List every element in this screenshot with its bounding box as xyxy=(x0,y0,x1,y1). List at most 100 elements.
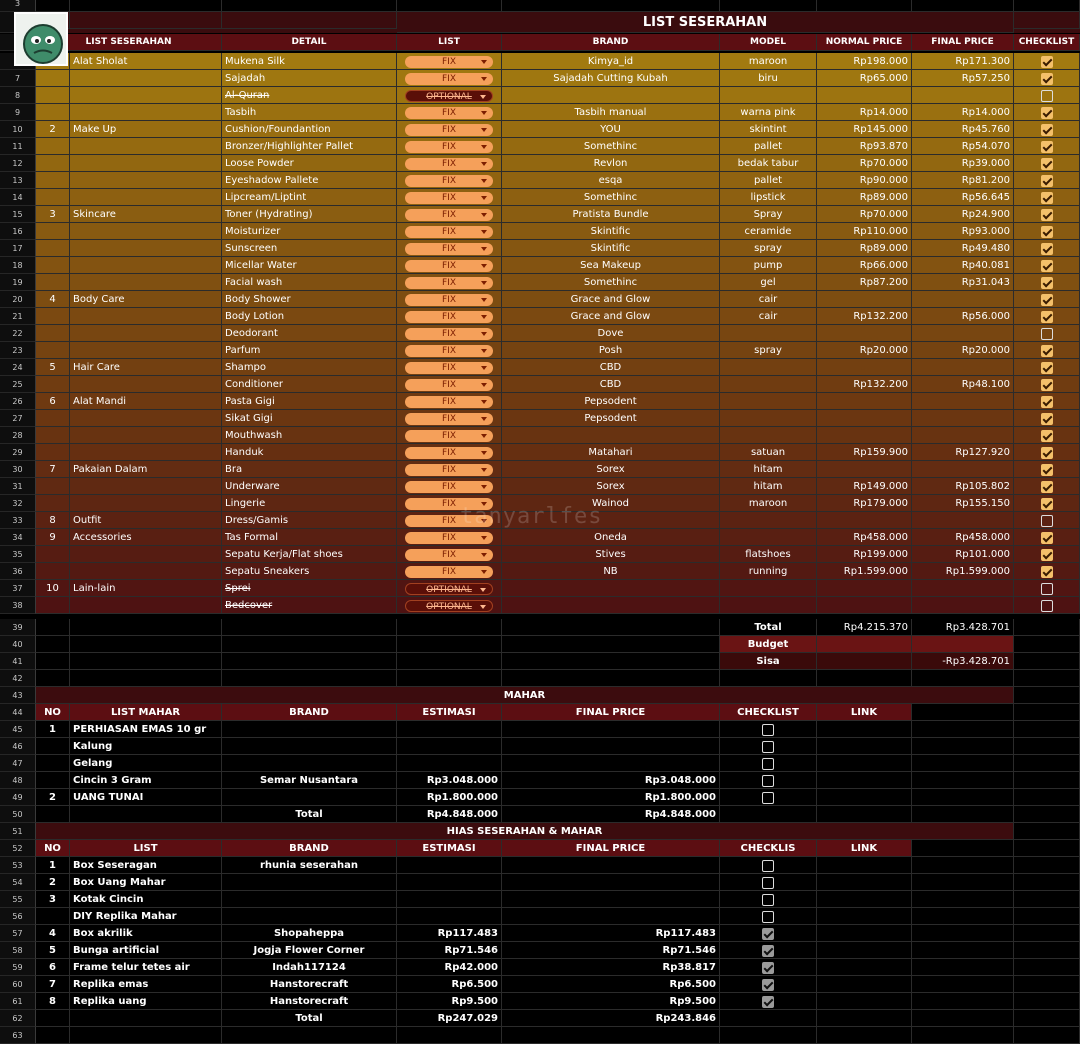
category-cell[interactable] xyxy=(70,478,222,495)
hias-brand[interactable] xyxy=(222,874,397,891)
model-cell[interactable]: hitam xyxy=(720,478,817,495)
list-status-cell[interactable]: FIX xyxy=(397,206,502,223)
list-status-cell[interactable]: FIX xyxy=(397,461,502,478)
empty-cell[interactable] xyxy=(817,772,912,789)
row-no[interactable] xyxy=(36,257,70,274)
empty-cell[interactable] xyxy=(1014,925,1080,942)
normal-price-cell[interactable] xyxy=(817,597,912,614)
mahar-item[interactable]: Kalung xyxy=(70,738,222,755)
hias-final-price[interactable]: Rp117.483 xyxy=(502,925,720,942)
empty-cell[interactable] xyxy=(817,806,912,823)
list-status-dropdown[interactable]: FIX xyxy=(405,73,493,85)
checklist-cell[interactable] xyxy=(1014,393,1080,410)
final-price-cell[interactable]: Rp49.480 xyxy=(912,240,1014,257)
checkbox[interactable] xyxy=(1040,158,1053,170)
empty-cell[interactable] xyxy=(222,1027,397,1044)
empty-cell[interactable] xyxy=(912,1027,1014,1044)
empty-cell[interactable] xyxy=(720,0,817,12)
empty-cell[interactable] xyxy=(1014,636,1080,653)
row-no[interactable] xyxy=(36,444,70,461)
empty-cell[interactable] xyxy=(1014,993,1080,1010)
empty-cell[interactable] xyxy=(912,874,1014,891)
normal-price-cell[interactable] xyxy=(817,393,912,410)
hias-estimasi[interactable] xyxy=(397,908,502,925)
final-price-cell[interactable]: Rp81.200 xyxy=(912,172,1014,189)
category-cell[interactable]: Alat Mandi xyxy=(70,393,222,410)
checklist-cell[interactable] xyxy=(720,857,817,874)
empty-cell[interactable] xyxy=(222,0,397,12)
normal-price-cell[interactable] xyxy=(817,359,912,376)
normal-price-cell[interactable] xyxy=(817,291,912,308)
list-status-cell[interactable]: FIX xyxy=(397,359,502,376)
checkbox[interactable] xyxy=(1040,532,1053,544)
hias-final-price[interactable] xyxy=(502,891,720,908)
empty-cell[interactable] xyxy=(70,12,222,29)
empty-cell[interactable] xyxy=(1014,653,1080,670)
checklist-cell[interactable] xyxy=(1014,53,1080,70)
empty-cell[interactable] xyxy=(912,993,1014,1010)
hias-estimasi[interactable]: Rp6.500 xyxy=(397,976,502,993)
checkbox[interactable] xyxy=(1040,311,1053,323)
list-status-dropdown[interactable]: FIX xyxy=(405,192,493,204)
hias-brand[interactable]: Hanstorecraft xyxy=(222,993,397,1010)
normal-price-cell[interactable] xyxy=(817,427,912,444)
empty-cell[interactable] xyxy=(817,755,912,772)
category-cell[interactable] xyxy=(70,410,222,427)
final-price-cell[interactable] xyxy=(912,325,1014,342)
brand-cell[interactable] xyxy=(502,427,720,444)
checklist-cell[interactable] xyxy=(1014,291,1080,308)
empty-cell[interactable] xyxy=(1014,874,1080,891)
hias-estimasi[interactable] xyxy=(397,874,502,891)
list-status-cell[interactable]: FIX xyxy=(397,274,502,291)
row-no[interactable] xyxy=(36,138,70,155)
model-cell[interactable]: running xyxy=(720,563,817,580)
checkbox[interactable] xyxy=(1040,56,1053,68)
list-status-cell[interactable]: FIX xyxy=(397,376,502,393)
checkbox[interactable] xyxy=(1040,141,1053,153)
model-cell[interactable] xyxy=(720,359,817,376)
normal-price-cell[interactable]: Rp1.599.000 xyxy=(817,563,912,580)
final-price-cell[interactable] xyxy=(912,580,1014,597)
category-cell[interactable] xyxy=(70,546,222,563)
empty-cell[interactable] xyxy=(36,619,70,636)
checklist-cell[interactable] xyxy=(1014,427,1080,444)
normal-price-cell[interactable] xyxy=(817,325,912,342)
mahar-brand[interactable] xyxy=(222,755,397,772)
empty-cell[interactable] xyxy=(502,0,720,12)
final-price-cell[interactable]: Rp1.599.000 xyxy=(912,563,1014,580)
final-price-cell[interactable]: Rp31.043 xyxy=(912,274,1014,291)
empty-cell[interactable] xyxy=(817,891,912,908)
brand-cell[interactable]: Oneda xyxy=(502,529,720,546)
empty-cell[interactable] xyxy=(720,670,817,687)
category-cell[interactable] xyxy=(70,325,222,342)
category-cell[interactable] xyxy=(70,563,222,580)
final-price-cell[interactable] xyxy=(912,291,1014,308)
final-price-cell[interactable]: Rp93.000 xyxy=(912,223,1014,240)
final-price-cell[interactable]: Rp45.760 xyxy=(912,121,1014,138)
detail-cell[interactable]: Handuk xyxy=(222,444,397,461)
checklist-cell[interactable] xyxy=(720,755,817,772)
final-price-cell[interactable] xyxy=(912,359,1014,376)
category-cell[interactable] xyxy=(70,223,222,240)
row-no[interactable] xyxy=(36,597,70,614)
hias-brand[interactable]: rhunia seserahan xyxy=(222,857,397,874)
empty-cell[interactable] xyxy=(1014,857,1080,874)
model-cell[interactable]: hitam xyxy=(720,461,817,478)
hias-final-price[interactable] xyxy=(502,874,720,891)
list-status-dropdown[interactable]: OPTIONAL xyxy=(405,600,493,612)
row-no[interactable]: 2 xyxy=(36,789,70,806)
model-cell[interactable]: pallet xyxy=(720,172,817,189)
brand-cell[interactable]: NB xyxy=(502,563,720,580)
hias-brand[interactable] xyxy=(222,891,397,908)
detail-cell[interactable]: Sunscreen xyxy=(222,240,397,257)
model-cell[interactable]: maroon xyxy=(720,495,817,512)
empty-cell[interactable] xyxy=(397,653,502,670)
final-price-cell[interactable] xyxy=(912,512,1014,529)
hias-estimasi[interactable]: Rp117.483 xyxy=(397,925,502,942)
empty-cell[interactable] xyxy=(70,1027,222,1044)
empty-cell[interactable] xyxy=(817,721,912,738)
detail-cell[interactable]: Moisturizer xyxy=(222,223,397,240)
summary-final[interactable] xyxy=(912,636,1014,653)
checklist-cell[interactable] xyxy=(1014,70,1080,87)
row-no[interactable]: 2 xyxy=(36,121,70,138)
